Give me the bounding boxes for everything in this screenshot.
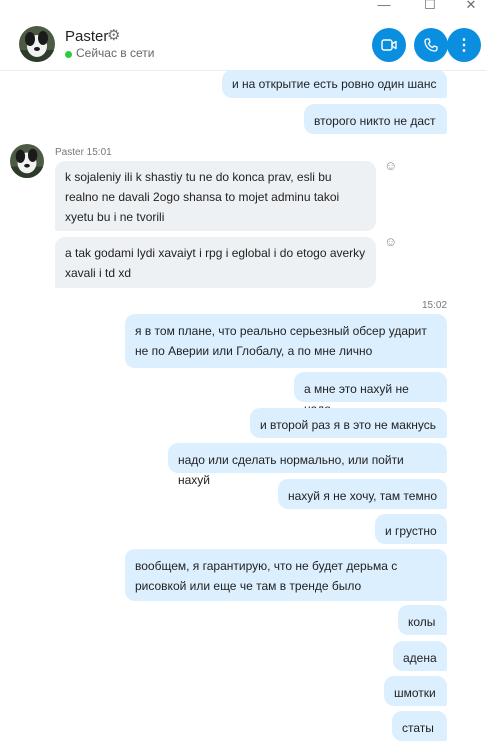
- contact-name[interactable]: Paster: [65, 28, 108, 45]
- message-out[interactable]: колы: [398, 605, 447, 635]
- video-call-button[interactable]: [372, 28, 406, 62]
- message-out[interactable]: статы: [392, 711, 447, 741]
- chat-header: Paster ⚙ Сейчас в сети ⋮: [0, 14, 486, 71]
- more-options-button[interactable]: ⋮: [447, 28, 481, 62]
- message-out[interactable]: а мне это нахуй не надо: [294, 372, 447, 416]
- message-in[interactable]: k sojaleniy ili k shastiy tu ne do konca…: [55, 161, 376, 231]
- message-out[interactable]: и второй раз я в это не макнусь: [250, 408, 447, 438]
- message-out[interactable]: и грустно: [375, 514, 447, 544]
- maximize-button[interactable]: ☐: [420, 0, 440, 13]
- emoji-reaction-icon[interactable]: ☺: [384, 234, 397, 249]
- emoji-reaction-icon[interactable]: ☺: [384, 158, 397, 173]
- close-button[interactable]: ✕: [461, 0, 481, 13]
- gear-icon[interactable]: ⚙: [107, 26, 120, 44]
- sender-timestamp: Paster 15:01: [55, 147, 112, 158]
- message-in[interactable]: a tak godami lydi xavaiyt i rpg i egloba…: [55, 237, 376, 288]
- window-titlebar: — ☐ ✕: [0, 0, 486, 14]
- contact-status: Сейчас в сети: [76, 46, 155, 60]
- video-camera-icon: [381, 39, 397, 51]
- phone-icon: [424, 38, 438, 52]
- message-out[interactable]: я в том плане, что реально серьезный обс…: [125, 314, 447, 368]
- message-out[interactable]: надо или сделать нормально, или пойти на…: [168, 443, 447, 487]
- contact-avatar[interactable]: [19, 26, 55, 62]
- sender-avatar[interactable]: [10, 144, 44, 178]
- message-out[interactable]: шмотки: [384, 676, 447, 706]
- message-out[interactable]: адена: [393, 641, 447, 671]
- message-out[interactable]: второго никто не даст: [304, 104, 447, 134]
- time-divider: 15:02: [422, 300, 448, 311]
- message-out[interactable]: нахуй я не хочу, там темно: [278, 479, 447, 509]
- more-icon: ⋮: [456, 37, 472, 54]
- message-out[interactable]: вообщем, я гарантирую, что не будет дерь…: [125, 549, 447, 601]
- minimize-button[interactable]: —: [374, 0, 394, 13]
- online-status-icon: [65, 51, 72, 58]
- message-out[interactable]: и на открытие есть ровно один шанс: [222, 70, 447, 98]
- audio-call-button[interactable]: [414, 28, 448, 62]
